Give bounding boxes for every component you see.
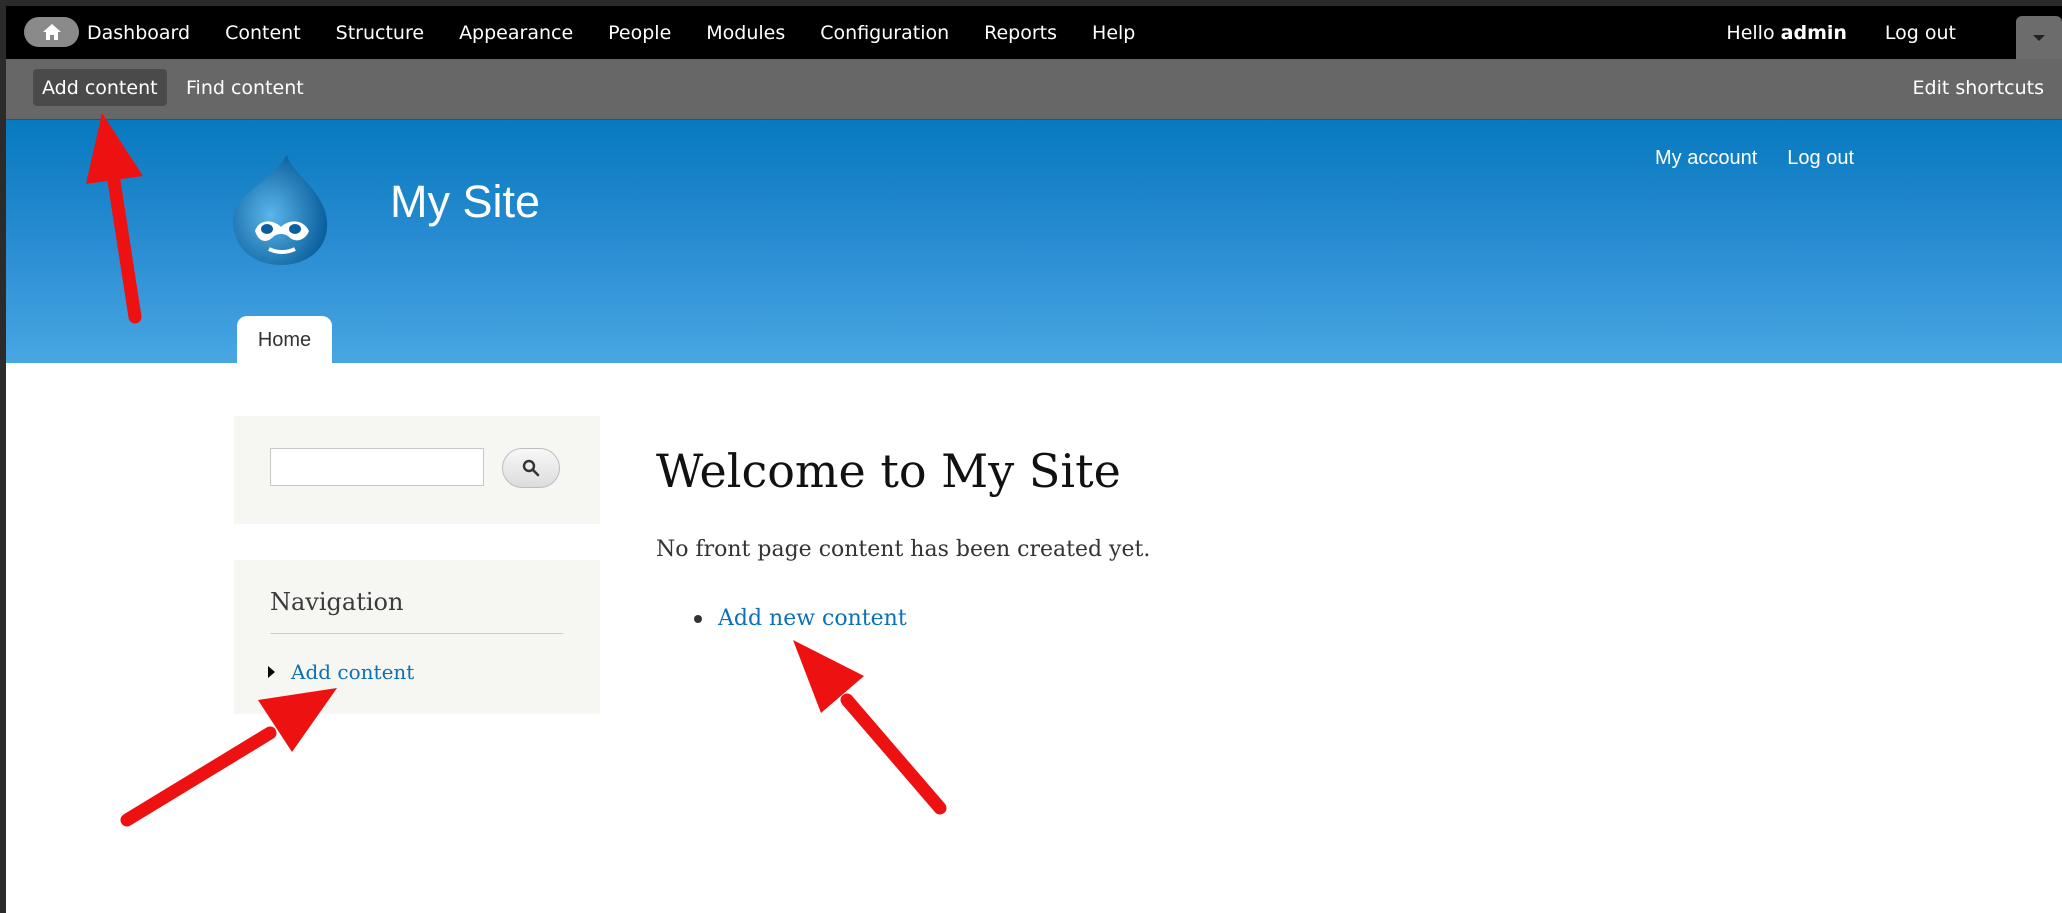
collapsed-arrow-icon	[268, 666, 275, 678]
navigation-divider	[270, 633, 563, 634]
home-icon	[42, 24, 61, 40]
admin-toolbar: Dashboard Content Structure Appearance P…	[6, 6, 2062, 59]
browser-viewport: Dashboard Content Structure Appearance P…	[6, 6, 2062, 913]
nav-add-content-link[interactable]: Add content	[291, 660, 414, 684]
shortcuts-toggle-button[interactable]	[2016, 16, 2062, 59]
navigation-item: Add content	[268, 660, 414, 684]
toolbar-item-structure[interactable]: Structure	[336, 22, 424, 44]
navigation-title: Navigation	[270, 588, 404, 616]
empty-front-page-text: No front page content has been created y…	[656, 537, 1151, 562]
toolbar-item-reports[interactable]: Reports	[984, 22, 1057, 44]
shortcut-add-content[interactable]: Add content	[33, 69, 167, 106]
site-name[interactable]: My Site	[390, 176, 540, 228]
toolbar-item-configuration[interactable]: Configuration	[820, 22, 949, 44]
edit-shortcuts-link[interactable]: Edit shortcuts	[1913, 69, 2045, 106]
toolbar-item-help[interactable]: Help	[1092, 22, 1135, 44]
shortcuts-bar: Add content Find content Edit shortcuts	[6, 59, 2062, 120]
home-button[interactable]	[24, 17, 79, 47]
toolbar-menu: Dashboard Content Structure Appearance P…	[87, 6, 1170, 59]
tab-home[interactable]: Home	[237, 316, 332, 364]
page-title: Welcome to My Site	[656, 444, 1121, 498]
site-header: My Site My account Log out Home	[6, 120, 2062, 364]
secondary-menu: My account Log out	[1625, 147, 1854, 170]
user-greeting: Hello admin	[1726, 22, 1846, 44]
search-icon	[522, 459, 540, 477]
search-block	[234, 416, 600, 524]
toolbar-user: Hello admin Log out	[1726, 6, 1956, 59]
toolbar-item-people[interactable]: People	[608, 22, 671, 44]
toolbar-item-appearance[interactable]: Appearance	[459, 22, 573, 44]
toolbar-item-dashboard[interactable]: Dashboard	[87, 22, 190, 44]
bullet	[694, 614, 702, 623]
toolbar-item-modules[interactable]: Modules	[706, 22, 785, 44]
shortcut-find-content[interactable]: Find content	[186, 69, 304, 106]
list-item: Add new content	[694, 606, 907, 631]
navigation-block: Navigation Add content	[234, 560, 600, 714]
username[interactable]: admin	[1781, 22, 1847, 44]
chevron-down-icon	[2033, 34, 2045, 41]
my-account-link[interactable]: My account	[1655, 147, 1757, 170]
search-button[interactable]	[502, 448, 560, 488]
header-logout-link[interactable]: Log out	[1787, 147, 1854, 170]
greeting-prefix: Hello	[1726, 21, 1775, 44]
toolbar-item-content[interactable]: Content	[225, 22, 301, 44]
search-input[interactable]	[270, 448, 484, 486]
add-new-content-link[interactable]: Add new content	[718, 606, 907, 631]
toolbar-logout-link[interactable]: Log out	[1885, 22, 1956, 44]
drupal-logo-icon[interactable]	[229, 153, 333, 267]
